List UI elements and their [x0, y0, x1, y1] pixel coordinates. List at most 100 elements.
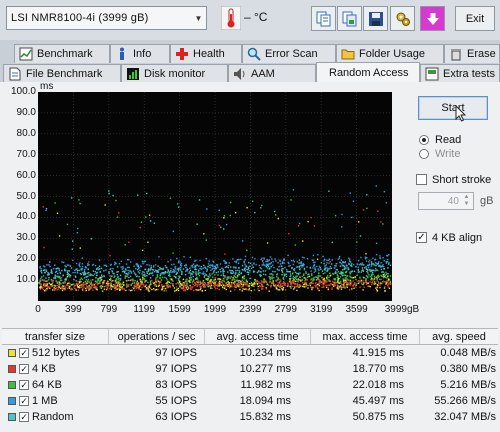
data-point	[100, 287, 102, 289]
data-point	[147, 270, 150, 272]
table-row: ✓ 1 MB 55 IOPS 18.094 ms 45.497 ms 55.266 MB/…	[2, 393, 498, 409]
series-checkbox[interactable]: ✓	[19, 364, 29, 374]
data-point	[205, 257, 207, 260]
data-point	[387, 278, 390, 280]
data-point	[280, 265, 283, 267]
series-checkbox[interactable]: ✓	[19, 348, 29, 358]
tab-disk-monitor[interactable]: Disk monitor	[121, 64, 228, 83]
data-point	[150, 272, 152, 274]
data-point	[210, 281, 213, 283]
data-point	[361, 267, 364, 269]
tab-label: Info	[133, 48, 152, 60]
data-point	[63, 288, 65, 291]
tab-info[interactable]: Info	[110, 44, 170, 63]
data-point	[182, 284, 184, 286]
read-radio[interactable]: Read	[419, 133, 499, 147]
tab-erase[interactable]: Erase	[444, 44, 500, 63]
table-row: ✓ 4 KB 97 IOPS 10.277 ms 18.770 ms 0.380 MB/s	[2, 361, 498, 377]
data-point	[336, 276, 338, 279]
data-point	[171, 263, 173, 266]
data-point	[52, 284, 54, 287]
data-point	[279, 281, 281, 283]
data-point	[235, 272, 237, 274]
data-point	[269, 281, 271, 283]
series-checkbox[interactable]: ✓	[19, 396, 29, 406]
tab-benchmark[interactable]: Benchmark	[14, 44, 110, 63]
chevron-down-icon[interactable]: ▼	[191, 7, 206, 29]
y-tick-label: 100.0	[10, 86, 36, 97]
data-point	[313, 225, 316, 227]
write-radio[interactable]: Write	[419, 147, 499, 161]
data-point	[110, 263, 112, 266]
data-point	[234, 285, 236, 287]
tab-health[interactable]: Health	[170, 44, 242, 63]
data-point	[188, 276, 191, 279]
data-point	[247, 273, 250, 276]
transfer-size-label: 4 KB	[32, 363, 56, 375]
data-point	[296, 278, 298, 280]
data-point	[243, 276, 245, 278]
exit-button[interactable]: Exit	[455, 6, 495, 31]
save-button[interactable]	[363, 6, 388, 31]
data-point	[137, 265, 139, 268]
data-point	[344, 274, 346, 276]
data-point	[249, 265, 251, 267]
data-point	[365, 277, 367, 280]
data-point	[147, 241, 149, 243]
data-point	[71, 248, 73, 250]
align-checkbox[interactable]: ✓ 4 KB align	[416, 230, 500, 245]
tab-error-scan[interactable]: Error Scan	[242, 44, 336, 63]
data-point	[157, 280, 160, 283]
data-point	[255, 263, 257, 266]
data-point	[276, 268, 278, 270]
data-point	[232, 278, 234, 280]
data-point	[318, 272, 320, 275]
data-point	[56, 212, 59, 214]
data-point	[334, 278, 336, 280]
series-checkbox[interactable]: ✓	[19, 412, 29, 422]
data-point	[103, 270, 105, 272]
tab-folder-usage[interactable]: Folder Usage	[336, 44, 444, 63]
data-point	[340, 288, 343, 290]
data-point	[350, 283, 352, 285]
data-point	[351, 216, 353, 219]
data-point	[310, 216, 312, 219]
data-point	[54, 277, 56, 280]
copy-image-button[interactable]	[337, 6, 362, 31]
drive-select[interactable]: LSI NMR8100-4i (3999 gB) ▼	[6, 6, 207, 30]
max-access-cell: 45.497 ms	[352, 395, 404, 407]
data-point	[293, 282, 296, 284]
data-point	[83, 274, 85, 276]
start-button[interactable]: Start	[418, 96, 488, 122]
data-point	[138, 272, 141, 274]
data-point	[175, 283, 177, 285]
data-point	[302, 274, 305, 277]
data-point	[113, 286, 115, 288]
data-point	[357, 268, 359, 271]
tab-random-access[interactable]: Random Access	[316, 62, 420, 83]
data-point	[269, 273, 271, 275]
tab-extra-tests[interactable]: Extra tests	[420, 64, 500, 83]
data-point	[311, 277, 313, 280]
spinner-arrows-icon[interactable]: ▲ ▼	[461, 194, 472, 208]
data-point	[284, 267, 286, 269]
update-button[interactable]	[420, 6, 445, 31]
y-tick-label: 50.0	[16, 190, 36, 202]
data-point	[195, 268, 197, 271]
data-point	[144, 268, 147, 271]
copy-text-button[interactable]	[311, 6, 336, 31]
data-point	[348, 263, 350, 265]
transfer-size-label: Random	[32, 411, 74, 423]
series-checkbox[interactable]: ✓	[19, 380, 29, 390]
data-point	[246, 289, 248, 291]
stroke-size-spinner[interactable]: 40 ▲ ▼	[418, 192, 474, 210]
data-point	[314, 261, 316, 263]
tab-aam[interactable]: AAM	[228, 64, 316, 83]
data-point	[94, 270, 97, 273]
short-stroke-checkbox[interactable]: Short stroke	[416, 172, 500, 187]
data-point	[207, 275, 209, 277]
options-button[interactable]	[390, 6, 415, 31]
data-point	[95, 287, 97, 289]
data-point	[220, 226, 222, 228]
data-point	[366, 207, 368, 210]
